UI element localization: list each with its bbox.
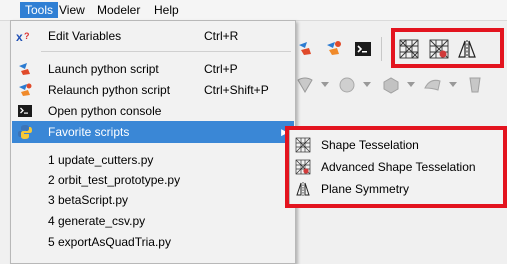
menu-view[interactable]: View xyxy=(54,2,90,18)
dropdown-arrow-icon[interactable] xyxy=(313,73,337,97)
shortcut-text: Ctrl+R xyxy=(204,29,239,43)
advanced-tesselation-toolbar-icon[interactable] xyxy=(427,37,451,61)
menu-separator xyxy=(41,51,291,52)
toolbar-separator xyxy=(381,37,382,61)
python-logo-icon xyxy=(15,124,35,140)
menu-item-launch-python[interactable]: Launch python script Ctrl+P xyxy=(12,58,294,80)
svg-text:x: x xyxy=(16,30,23,43)
advanced-tesselation-icon xyxy=(294,159,312,175)
recent-script-item[interactable]: 2 orbit_test_prototype.py xyxy=(12,169,294,191)
variable-icon: x? xyxy=(15,28,35,44)
submenu-item-label: Plane Symmetry xyxy=(321,182,410,196)
recent-script-item[interactable]: 4 generate_csv.py xyxy=(12,210,294,232)
recent-script-label: 5 exportAsQuadTria.py xyxy=(48,235,171,249)
python-launch-icon xyxy=(15,61,35,77)
recent-script-item[interactable]: 3 betaScript.py xyxy=(12,189,294,211)
menu-item-label: Relaunch python script xyxy=(48,83,171,97)
menu-item-edit-variables[interactable]: x? Edit Variables Ctrl+R xyxy=(12,25,294,47)
menu-item-relaunch-python[interactable]: Relaunch python script Ctrl+Shift+P xyxy=(12,79,294,101)
python-console-icon[interactable] xyxy=(351,37,375,61)
recent-script-label: 1 update_cutters.py xyxy=(48,153,154,167)
submenu-item-label: Advanced Shape Tesselation xyxy=(321,160,476,174)
favorite-scripts-submenu: Shape Tesselation Advanced Shape Tessela… xyxy=(289,129,505,205)
menu-item-label: Launch python script xyxy=(48,62,159,76)
menu-item-label: Favorite scripts xyxy=(48,125,130,139)
plane-symmetry-icon xyxy=(294,181,312,197)
python-console-icon xyxy=(15,103,35,119)
submenu-arrow-icon: ▶ xyxy=(281,126,288,137)
recent-script-label: 3 betaScript.py xyxy=(48,193,129,207)
menu-tools[interactable]: Tools xyxy=(20,2,59,18)
shortcut-text: Ctrl+P xyxy=(204,62,238,76)
tesselation-icon xyxy=(294,137,312,153)
recent-script-item[interactable]: 5 exportAsQuadTria.py xyxy=(12,231,294,253)
submenu-item-label: Shape Tesselation xyxy=(321,138,419,152)
menu-item-label: Open python console xyxy=(48,104,162,118)
menu-bar: Tools View Modeler Help xyxy=(0,0,507,21)
tools-menu: x? Edit Variables Ctrl+R Launch python s… xyxy=(10,20,296,264)
dropdown-arrow-icon[interactable] xyxy=(399,73,423,97)
menu-item-label: Edit Variables xyxy=(48,29,122,43)
svg-text:?: ? xyxy=(24,31,30,41)
cylinder-icon[interactable] xyxy=(463,73,487,97)
python-launch-icon[interactable] xyxy=(293,37,317,61)
submenu-item-plane-symmetry[interactable]: Plane Symmetry xyxy=(292,178,502,200)
python-relaunch-icon[interactable] xyxy=(321,37,345,61)
menu-help[interactable]: Help xyxy=(149,2,184,18)
submenu-item-advanced-shape-tesselation[interactable]: Advanced Shape Tesselation xyxy=(292,156,502,178)
submenu-item-shape-tesselation[interactable]: Shape Tesselation xyxy=(292,134,502,156)
tesselation-toolbar-icon[interactable] xyxy=(397,37,421,61)
menu-item-favorite-scripts[interactable]: Favorite scripts ▶ xyxy=(12,121,294,143)
recent-script-label: 4 generate_csv.py xyxy=(48,214,146,228)
python-relaunch-icon xyxy=(15,82,35,98)
plane-symmetry-toolbar-icon[interactable] xyxy=(455,37,479,61)
shortcut-text: Ctrl+Shift+P xyxy=(204,83,269,97)
menu-item-open-console[interactable]: Open python console xyxy=(12,100,294,122)
recent-script-label: 2 orbit_test_prototype.py xyxy=(48,173,181,187)
dropdown-arrow-icon[interactable] xyxy=(441,73,465,97)
dropdown-arrow-icon[interactable] xyxy=(355,73,379,97)
menu-modeler[interactable]: Modeler xyxy=(92,2,145,18)
recent-script-item[interactable]: 1 update_cutters.py xyxy=(12,149,294,171)
